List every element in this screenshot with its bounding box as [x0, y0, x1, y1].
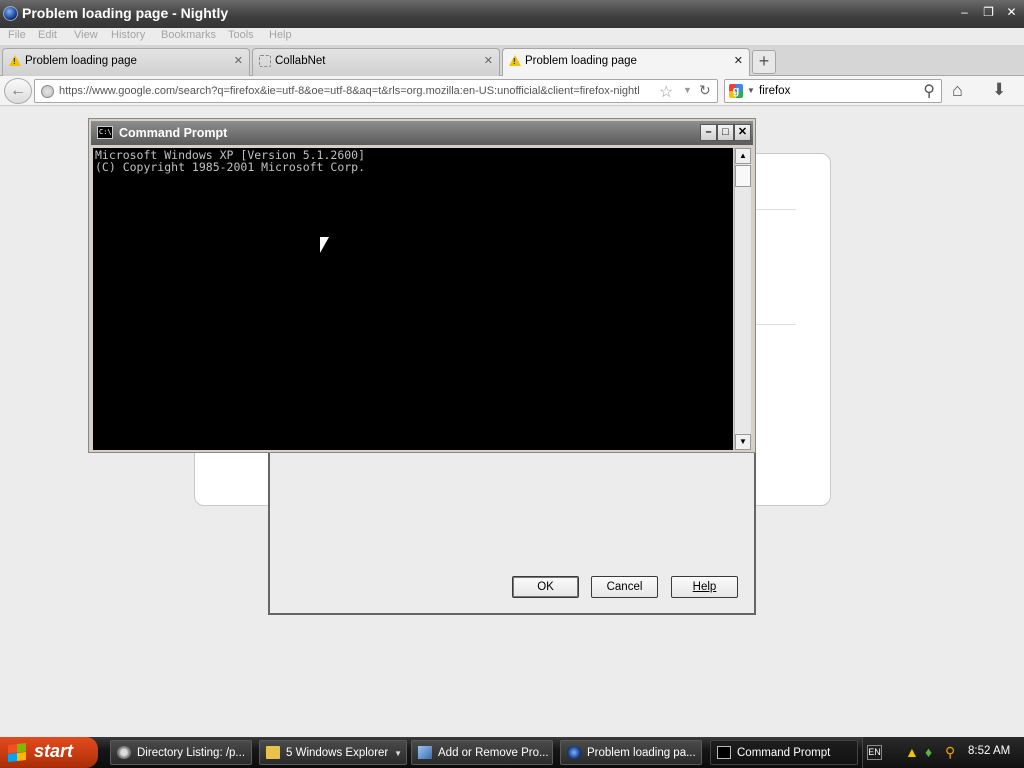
gear-folder-icon	[117, 746, 131, 760]
menu-edit[interactable]: Edit	[38, 29, 57, 41]
windows-flag-icon	[8, 743, 26, 762]
search-bar[interactable]: g ▼ firefox ⚲	[724, 79, 942, 103]
network-icon[interactable]: ♦	[925, 744, 932, 760]
warning-icon	[509, 55, 522, 68]
search-tray-icon[interactable]: ⚲	[945, 744, 955, 761]
navigation-bar: ← https://www.google.com/search?q=firefo…	[0, 76, 1024, 106]
taskbar-item-add-remove-programs[interactable]: Add or Remove Pro...	[411, 740, 553, 765]
menu-bookmarks[interactable]: Bookmarks	[161, 29, 216, 41]
menu-view[interactable]: View	[74, 29, 98, 41]
tab-label: CollabNet	[275, 55, 326, 67]
background-dialog: OK Cancel Help	[268, 448, 756, 615]
start-button[interactable]: start	[0, 737, 98, 768]
language-indicator[interactable]: EN	[867, 745, 882, 760]
menu-bar: File Edit View History Bookmarks Tools H…	[0, 28, 1024, 45]
command-prompt-window: C:\ Command Prompt – □ ✕ Microsoft Windo…	[88, 118, 756, 453]
scroll-thumb[interactable]	[735, 165, 751, 187]
taskbar-item-command-prompt[interactable]: Command Prompt	[710, 740, 858, 765]
search-magnifier-icon[interactable]: ⚲	[923, 81, 935, 101]
scroll-up-icon[interactable]: ▲	[735, 148, 751, 164]
tab-close-icon[interactable]: ✕	[484, 54, 493, 67]
taskbar-item-directory-listing[interactable]: Directory Listing: /p...	[110, 740, 252, 765]
warning-icon	[9, 55, 22, 68]
install-icon	[418, 746, 432, 760]
site-identity-icon[interactable]	[41, 85, 54, 98]
cmd-title-bar[interactable]: C:\ Command Prompt – □ ✕	[91, 121, 753, 145]
tab-label: Problem loading page	[525, 55, 637, 67]
restore-button[interactable]: ❐	[979, 5, 998, 22]
system-tray: EN ▲ ♦ ⚲ 8:52 AM	[862, 737, 1024, 768]
minimize-button[interactable]: –	[955, 5, 974, 22]
cmd-close-button[interactable]: ✕	[734, 124, 751, 141]
taskbar-item-label: Directory Listing: /p...	[137, 747, 246, 759]
url-bar[interactable]: https://www.google.com/search?q=firefox&…	[34, 79, 718, 103]
taskbar-item-label: Problem loading pa...	[587, 747, 696, 759]
cmd-icon: C:\	[97, 126, 113, 139]
clock: 8:52 AM	[968, 745, 1011, 757]
menu-tools[interactable]: Tools	[228, 29, 254, 41]
console-output[interactable]: Microsoft Windows XP [Version 5.1.2600](…	[93, 148, 733, 450]
taskbar-item-windows-explorer[interactable]: 5 Windows Explorer ▼	[259, 740, 407, 765]
mouse-pointer-icon	[320, 237, 329, 253]
tab-close-icon[interactable]: ✕	[734, 54, 743, 67]
browser-title-bar: Problem loading page - Nightly – ❐ ✕	[0, 0, 1024, 28]
start-label: start	[34, 741, 74, 761]
scroll-down-icon[interactable]: ▼	[735, 434, 751, 450]
tab-problem-loading-2[interactable]: Problem loading page ✕	[502, 48, 750, 77]
menu-file[interactable]: File	[8, 29, 26, 41]
tab-collabnet[interactable]: CollabNet ✕	[252, 48, 500, 76]
nightly-icon	[567, 746, 581, 760]
history-dropdown-icon[interactable]: ▼	[683, 85, 692, 95]
taskbar: start Directory Listing: /p... 5 Windows…	[0, 737, 1024, 768]
taskbar-item-nightly[interactable]: Problem loading pa...	[560, 740, 702, 765]
cmd-icon	[717, 746, 731, 760]
engine-dropdown-icon[interactable]: ▼	[747, 86, 755, 95]
taskbar-item-label: 5 Windows Explorer	[286, 747, 389, 759]
tab-problem-loading-1[interactable]: Problem loading page ✕	[2, 48, 250, 76]
group-dropdown-icon[interactable]: ▼	[394, 741, 402, 764]
taskbar-item-label: Add or Remove Pro...	[438, 747, 549, 759]
help-button[interactable]: Help	[671, 576, 738, 598]
cmd-minimize-button[interactable]: –	[700, 124, 717, 141]
close-window-button[interactable]: ✕	[1002, 5, 1021, 22]
menu-help[interactable]: Help	[269, 29, 292, 41]
console-line: (C) Copyright 1985-2001 Microsoft Corp.	[95, 160, 366, 174]
folder-icon	[266, 746, 280, 760]
cmd-title: Command Prompt	[119, 126, 228, 140]
tab-strip: Problem loading page ✕ CollabNet ✕ Probl…	[0, 45, 1024, 77]
back-button[interactable]: ←	[4, 78, 32, 104]
search-input[interactable]: firefox	[759, 85, 790, 97]
menu-history[interactable]: History	[111, 29, 145, 41]
google-engine-icon[interactable]: g	[729, 84, 743, 98]
cmd-maximize-button[interactable]: □	[717, 124, 734, 141]
blank-page-icon	[259, 55, 272, 67]
downloads-icon[interactable]: ⬇	[992, 80, 1006, 100]
ok-button[interactable]: OK	[512, 576, 579, 598]
taskbar-item-label: Command Prompt	[737, 747, 831, 759]
tab-close-icon[interactable]: ✕	[234, 54, 243, 67]
cmd-scrollbar[interactable]: ▲ ▼	[734, 148, 751, 450]
new-tab-button[interactable]: +	[752, 50, 776, 74]
tab-label: Problem loading page	[25, 55, 137, 67]
bookmark-star-icon[interactable]: ☆	[659, 82, 673, 102]
url-text[interactable]: https://www.google.com/search?q=firefox&…	[59, 85, 655, 97]
security-shield-icon[interactable]: ▲	[905, 744, 919, 760]
nightly-logo-icon	[3, 6, 18, 21]
reload-icon[interactable]: ↻	[699, 82, 711, 99]
window-title: Problem loading page - Nightly	[22, 5, 229, 21]
cancel-button[interactable]: Cancel	[591, 576, 658, 598]
home-icon[interactable]: ⌂	[952, 80, 963, 101]
